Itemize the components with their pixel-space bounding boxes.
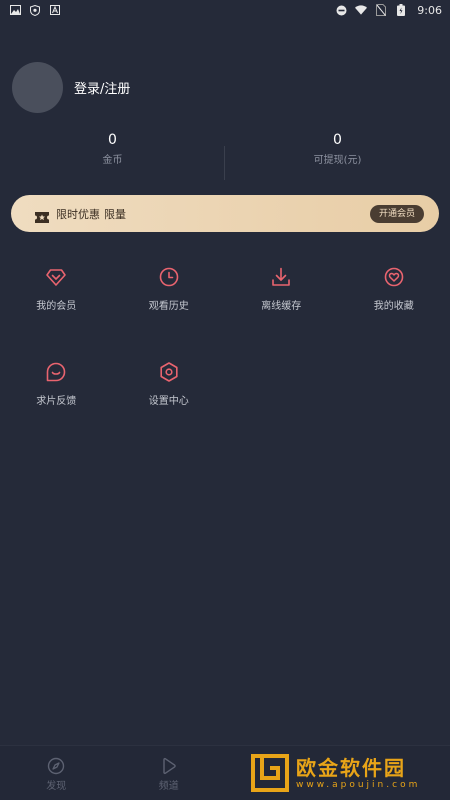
no-sim-icon xyxy=(375,4,387,16)
wifi-icon xyxy=(355,4,368,16)
stat-withdrawable-value: 0 xyxy=(333,132,342,148)
grid-item-favorites[interactable]: 我的收藏 xyxy=(338,266,450,361)
chat-bubble-icon xyxy=(45,361,67,383)
watermark: 欧金软件园 www.apoujin.com xyxy=(250,748,448,798)
ticket-icon xyxy=(35,208,49,223)
grid-item-watch-history[interactable]: 观看历史 xyxy=(113,266,226,361)
nav-label: 频道 xyxy=(158,781,179,792)
watermark-url: www.apoujin.com xyxy=(296,780,421,790)
grid-label: 离线缓存 xyxy=(261,301,302,312)
status-bar-left xyxy=(9,4,61,16)
account-stats: 0 金币 0 可提现(元) xyxy=(0,130,450,180)
login-register-link[interactable]: 登录/注册 xyxy=(74,78,130,97)
avatar[interactable] xyxy=(12,62,63,113)
status-bar: 9:06 xyxy=(0,0,450,20)
grid-label: 设置中心 xyxy=(148,396,189,407)
feature-grid: 我的会员 观看历史 离线缓存 我的收藏 求片反馈 设置中心 xyxy=(0,266,450,456)
stat-withdrawable-label: 可提现(元) xyxy=(313,155,362,166)
battery-icon xyxy=(395,4,407,16)
diamond-icon xyxy=(45,266,67,288)
vip-banner[interactable]: 限时优惠 限量 开通会员 xyxy=(11,195,439,232)
grid-item-offline-cache[interactable]: 离线缓存 xyxy=(225,266,338,361)
grid-item-my-vip[interactable]: 我的会员 xyxy=(0,266,113,361)
grid-label: 求片反馈 xyxy=(36,396,77,407)
stat-coins[interactable]: 0 金币 xyxy=(0,130,225,180)
grid-label: 我的会员 xyxy=(36,301,77,312)
play-icon xyxy=(160,757,178,775)
settings-hexagon-icon xyxy=(158,361,180,383)
nav-label: 发现 xyxy=(46,781,67,792)
nav-item-channels[interactable]: 频道 xyxy=(113,746,226,800)
stat-coins-label: 金币 xyxy=(102,155,123,166)
grid-item-request-feedback[interactable]: 求片反馈 xyxy=(0,361,113,456)
watermark-title: 欧金软件园 xyxy=(296,756,406,780)
compass-icon xyxy=(47,757,65,775)
stat-coins-value: 0 xyxy=(108,132,117,148)
status-bar-right: 9:06 xyxy=(335,4,442,17)
a-icon xyxy=(49,4,61,16)
watermark-text: 欧金软件园 www.apoujin.com xyxy=(296,756,420,790)
vip-limited-text: 限量 xyxy=(104,207,126,221)
download-icon xyxy=(270,266,292,288)
grid-label: 观看历史 xyxy=(148,301,189,312)
clock-icon xyxy=(158,266,180,288)
shield-icon xyxy=(29,4,41,16)
stat-withdrawable[interactable]: 0 可提现(元) xyxy=(225,130,450,180)
grid-item-settings[interactable]: 设置中心 xyxy=(113,361,226,456)
heart-icon xyxy=(383,266,405,288)
vip-promo-text: 限时优惠 xyxy=(56,207,100,221)
profile-header[interactable]: 登录/注册 xyxy=(12,62,130,113)
stats-divider xyxy=(224,146,225,180)
open-vip-button[interactable]: 开通会员 xyxy=(369,204,424,223)
do-not-disturb-icon xyxy=(335,4,347,16)
nav-item-discover[interactable]: 发现 xyxy=(0,746,113,800)
grid-label: 我的收藏 xyxy=(373,301,414,312)
image-icon xyxy=(9,4,21,16)
status-time: 9:06 xyxy=(417,3,442,17)
watermark-logo-icon xyxy=(250,753,290,793)
